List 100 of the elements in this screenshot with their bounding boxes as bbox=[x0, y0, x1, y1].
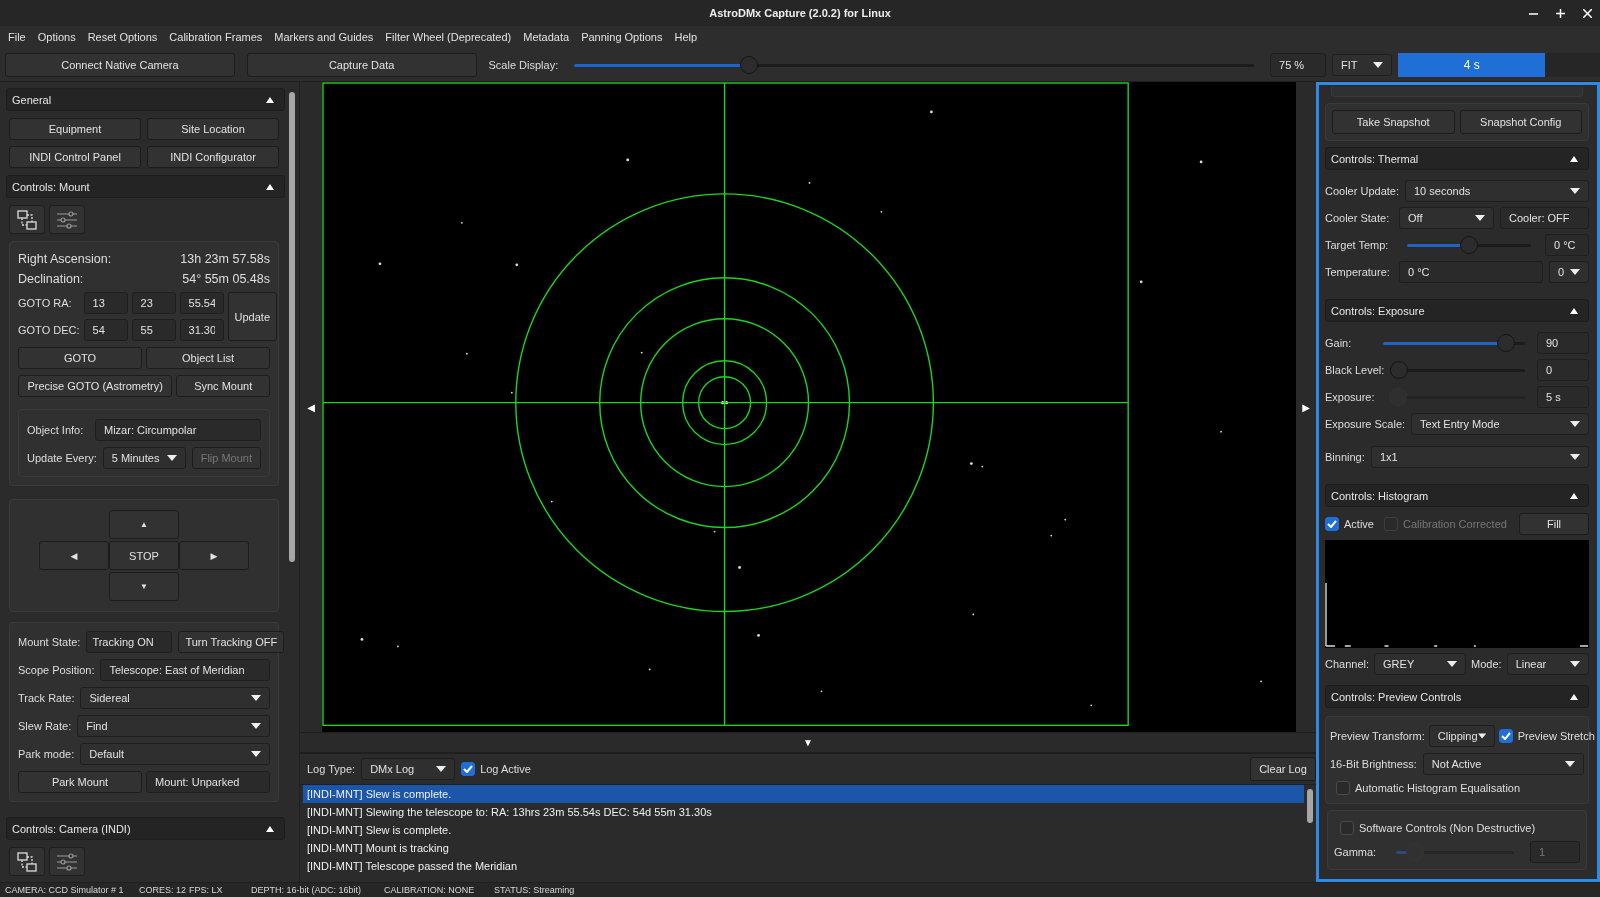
checkbox[interactable] bbox=[1325, 517, 1339, 531]
slider-label: Black Level: bbox=[1325, 364, 1385, 376]
move-up-button[interactable]: ▲ bbox=[109, 510, 179, 539]
precise-goto-button[interactable]: Precise GOTO (Astrometry) bbox=[18, 375, 173, 397]
snapshot-button[interactable]: Snapshot Config bbox=[1459, 110, 1582, 134]
menu-item[interactable]: Panning Options bbox=[575, 29, 669, 45]
close-icon[interactable] bbox=[1581, 6, 1594, 20]
park-mount-button[interactable]: Park Mount bbox=[18, 771, 142, 793]
checkbox[interactable] bbox=[461, 762, 476, 776]
dropdown[interactable]: Linear bbox=[1506, 653, 1589, 675]
scale-field[interactable]: 75 % bbox=[1270, 52, 1327, 77]
log-entry[interactable]: [INDI-MNT] Mount is tracking bbox=[303, 839, 1304, 857]
section-header[interactable]: Controls: Preview Controls bbox=[1325, 685, 1589, 708]
dropdown[interactable]: Clipping bbox=[1428, 725, 1495, 747]
panel-button[interactable]: INDI Configurator bbox=[147, 146, 279, 168]
menu-item[interactable]: Markers and Guides bbox=[268, 29, 380, 45]
object-info-field[interactable]: Mizar: Circumpolar bbox=[95, 419, 261, 441]
sliders-icon bbox=[56, 210, 78, 229]
section-header[interactable]: Controls: Thermal bbox=[1325, 147, 1589, 170]
slider-thumb[interactable] bbox=[1497, 334, 1516, 352]
slider[interactable] bbox=[1383, 334, 1525, 352]
slider[interactable] bbox=[1396, 843, 1514, 861]
cooler-status-field[interactable]: Cooler: OFF bbox=[1500, 207, 1589, 229]
menu-item[interactable]: Metadata bbox=[517, 29, 576, 45]
toolbar-button[interactable]: Connect Native Camera bbox=[5, 52, 235, 77]
mount-state-field[interactable]: Tracking ON bbox=[86, 631, 173, 653]
slider-thumb[interactable] bbox=[739, 55, 758, 74]
dropdown[interactable]: Default bbox=[80, 743, 270, 765]
caret-icon bbox=[1447, 661, 1458, 667]
dropdown[interactable]: 1x1 bbox=[1371, 446, 1589, 468]
log-entry[interactable]: [INDI-MNT] Slewing the telescope to: RA: 13hrs 23m 55.54s DEC: 54d 55m 31.30s bbox=[303, 803, 1304, 821]
slider-thumb[interactable] bbox=[1460, 236, 1478, 254]
fit-dropdown[interactable]: FIT bbox=[1332, 53, 1393, 76]
temperature-field[interactable]: 0 °C bbox=[1399, 261, 1543, 283]
park-state-field[interactable]: Mount: Unparked bbox=[146, 771, 270, 793]
pan-right-button[interactable]: ▶ bbox=[1300, 399, 1312, 415]
pan-left-button[interactable]: ◀ bbox=[305, 399, 317, 415]
log-entry[interactable]: [INDI-MNT] Slew is complete. bbox=[303, 821, 1304, 839]
log-type-dropdown[interactable]: DMx Log bbox=[361, 758, 456, 780]
toolbar-button[interactable]: Capture Data bbox=[246, 52, 477, 77]
section-header[interactable]: Controls: Mount bbox=[6, 175, 285, 198]
stop-button[interactable]: STOP bbox=[109, 541, 179, 570]
section-header[interactable]: General bbox=[6, 88, 285, 111]
dropdown[interactable]: Text Entry Mode bbox=[1411, 413, 1589, 435]
coordinate-field[interactable]: 23 bbox=[131, 292, 176, 314]
snapshot-button[interactable]: Take Snapshot bbox=[1332, 110, 1455, 134]
coordinate-field[interactable]: 55 bbox=[131, 319, 176, 341]
update-button[interactable]: Update bbox=[227, 292, 277, 341]
menu-item[interactable]: Options bbox=[31, 29, 82, 45]
maximize-icon[interactable] bbox=[1554, 6, 1567, 20]
scope-position-field[interactable]: Telescope: East of Meridian bbox=[100, 659, 270, 681]
caret-icon bbox=[251, 695, 261, 701]
menu-item[interactable]: Calibration Frames bbox=[163, 29, 269, 45]
panel-button[interactable]: Site Location bbox=[147, 118, 279, 140]
dropdown[interactable]: Find bbox=[77, 715, 270, 737]
object-list-button[interactable]: Object List bbox=[146, 347, 270, 369]
log-entry[interactable]: [INDI-MNT] Slew is complete. bbox=[303, 785, 1304, 803]
sync-mount-button[interactable]: Sync Mount bbox=[176, 375, 270, 397]
coordinate-field[interactable]: 13 bbox=[83, 292, 128, 314]
slider-value-field[interactable]: 90 bbox=[1537, 332, 1589, 354]
panel-button[interactable]: INDI Control Panel bbox=[9, 146, 141, 168]
dropdown[interactable]: Off bbox=[1399, 207, 1494, 229]
dropdown[interactable]: Not Active bbox=[1422, 753, 1584, 775]
slider[interactable] bbox=[574, 55, 1255, 74]
icon-button[interactable] bbox=[9, 205, 45, 234]
log-entry[interactable]: [INDI-MNT] Telescope passed the Meridian bbox=[303, 857, 1304, 875]
section-header[interactable]: Controls: Camera (INDI) bbox=[6, 817, 285, 840]
menu-item[interactable]: Help bbox=[668, 29, 704, 45]
dropdown[interactable]: 10 seconds bbox=[1405, 180, 1589, 202]
slider[interactable] bbox=[1407, 236, 1531, 254]
clear-log-button[interactable]: Clear Log bbox=[1250, 757, 1316, 781]
tracking-button[interactable]: Turn Tracking OFF bbox=[178, 631, 285, 653]
move-down-button[interactable]: ▼ bbox=[109, 572, 179, 601]
dropdown[interactable]: 0 bbox=[1549, 261, 1589, 283]
section-header[interactable]: Controls: Exposure bbox=[1325, 299, 1589, 322]
fill-button[interactable]: Fill bbox=[1519, 513, 1589, 535]
menu-item[interactable]: File bbox=[2, 29, 32, 45]
dropdown[interactable]: Sidereal bbox=[80, 687, 270, 709]
checkbox[interactable] bbox=[1498, 729, 1513, 743]
dropdown[interactable]: 5 Minutes bbox=[102, 447, 186, 469]
scrollbar-thumb[interactable] bbox=[289, 92, 295, 562]
section-header[interactable]: Controls: Histogram bbox=[1325, 484, 1589, 507]
move-right-button[interactable]: ▶ bbox=[179, 541, 249, 570]
pan-down-button[interactable]: ▼ bbox=[801, 735, 815, 750]
checkbox[interactable] bbox=[1336, 781, 1350, 795]
menu-item[interactable]: Filter Wheel (Deprecated) bbox=[379, 29, 518, 45]
goto-button[interactable]: GOTO bbox=[18, 347, 142, 369]
dropdown[interactable]: GREY bbox=[1374, 653, 1467, 675]
panel-button[interactable]: Equipment bbox=[9, 118, 141, 140]
ra-label: Right Ascension: bbox=[18, 252, 112, 266]
slider-value-field[interactable]: 0 bbox=[1537, 359, 1589, 381]
scrollbar-thumb[interactable] bbox=[1307, 789, 1313, 823]
menu-item[interactable]: Reset Options bbox=[81, 29, 164, 45]
checkbox[interactable] bbox=[1340, 821, 1354, 835]
icon-button[interactable] bbox=[49, 205, 85, 234]
icon-button[interactable] bbox=[49, 847, 85, 876]
icon-button[interactable] bbox=[9, 847, 45, 876]
target-temp-field[interactable]: 0 °C bbox=[1545, 234, 1589, 256]
coordinate-field[interactable]: 54 bbox=[83, 319, 128, 341]
move-left-button[interactable]: ◀ bbox=[39, 541, 109, 570]
